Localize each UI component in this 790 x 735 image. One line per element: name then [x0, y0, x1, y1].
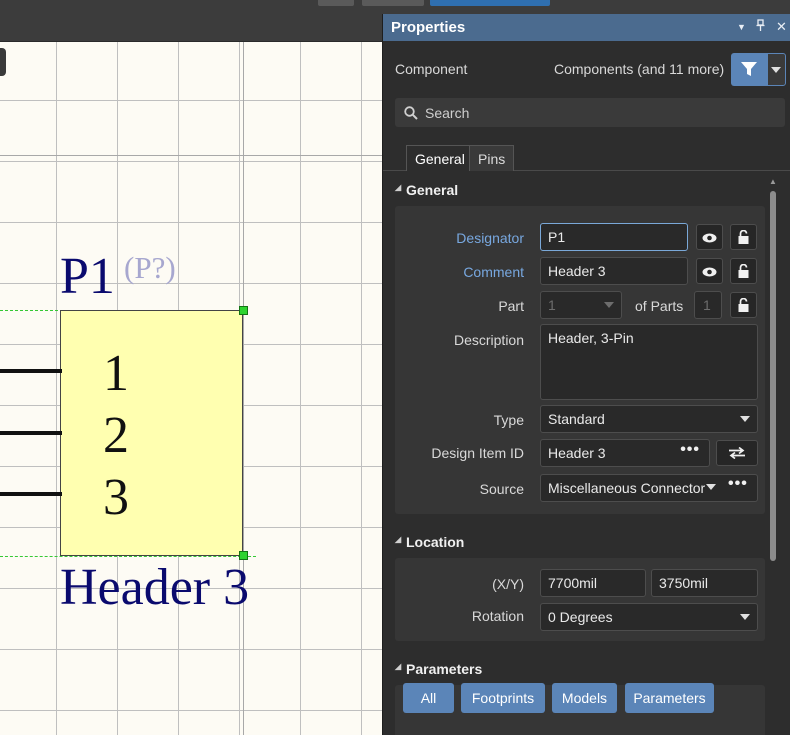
component-type-label: Component: [395, 61, 468, 77]
selection-handle-bottom-right[interactable]: [239, 551, 248, 560]
rotation-value: 0 Degrees: [548, 609, 613, 625]
comment-field[interactable]: Header 3: [540, 257, 688, 285]
filter-dropdown-button[interactable]: [767, 53, 786, 86]
swap-component-button[interactable]: [716, 440, 758, 466]
of-parts-field: 1: [694, 291, 722, 319]
eye-icon: [702, 267, 717, 277]
section-title-location: Location: [406, 534, 465, 550]
more-options-icon[interactable]: •••: [728, 475, 748, 493]
unlock-icon: [738, 263, 749, 278]
document-tab-bar: [0, 14, 382, 42]
x-position-field[interactable]: 7700mil: [540, 569, 646, 597]
chevron-down-icon: [771, 67, 781, 73]
section-header-general[interactable]: ◢ General: [383, 178, 773, 202]
source-select[interactable]: Miscellaneous Connector: [540, 474, 758, 502]
tab-pins[interactable]: Pins: [469, 145, 515, 171]
comment-visibility-button[interactable]: [696, 258, 723, 284]
chevron-down-icon: [604, 302, 614, 308]
type-label: Type: [493, 412, 524, 428]
panel-title: Properties: [391, 19, 466, 36]
part-value: 1: [548, 297, 556, 313]
eye-icon: [702, 233, 717, 243]
type-select[interactable]: Standard: [540, 405, 758, 433]
collapse-triangle-icon: ◢: [395, 662, 402, 671]
search-input[interactable]: [425, 98, 775, 127]
toolbar-button[interactable]: [318, 0, 354, 6]
pin-icon[interactable]: [756, 19, 765, 34]
component-designator-hint: (P?): [124, 250, 176, 285]
rotation-label: Rotation: [471, 608, 524, 624]
design-item-id-label: Design Item ID: [431, 445, 524, 461]
description-field[interactable]: Header, 3-Pin: [540, 324, 758, 400]
scrollbar-thumb[interactable]: [770, 191, 776, 561]
unlock-icon: [738, 229, 749, 244]
description-label: Description: [453, 332, 524, 348]
pin-number-2: 2: [103, 407, 129, 464]
schematic-canvas[interactable]: P1 (P?) 1 2 3 Header 3: [0, 42, 382, 735]
designator-label: Designator: [456, 230, 524, 246]
component-row: Component Components (and 11 more): [383, 41, 790, 91]
properties-panel: Properties ▼ ✕ Component Components (and…: [382, 14, 790, 735]
designator-field[interactable]: P1: [540, 223, 688, 251]
design-item-id-field[interactable]: Header 3 •••: [540, 439, 710, 467]
params-filter-parameters-button[interactable]: Parameters: [625, 683, 714, 713]
source-label: Source: [479, 481, 524, 497]
grid-line-vertical: [243, 42, 244, 735]
chevron-down-icon: [740, 614, 750, 620]
toolbar-button[interactable]: [362, 0, 424, 6]
comment-label: Comment: [463, 264, 524, 280]
params-filter-all-button[interactable]: All: [403, 683, 454, 713]
search-box[interactable]: [395, 98, 785, 127]
section-header-parameters[interactable]: ◢ Parameters: [383, 657, 773, 681]
panel-menu-icon[interactable]: ▼: [737, 22, 746, 32]
type-value: Standard: [548, 411, 605, 427]
comment-lock-button[interactable]: [730, 258, 757, 284]
source-value: Miscellaneous Connector: [548, 480, 706, 496]
unlock-icon: [738, 297, 749, 312]
panel-header: Properties ▼ ✕: [383, 14, 790, 41]
pin-line-2[interactable]: [0, 431, 62, 435]
pin-line-1[interactable]: [0, 369, 62, 373]
filter-button[interactable]: [731, 53, 767, 86]
part-lock-button[interactable]: [730, 292, 757, 318]
designator-visibility-button[interactable]: [696, 224, 723, 250]
params-filter-models-button[interactable]: Models: [552, 683, 617, 713]
component-comment-label[interactable]: Header 3: [60, 562, 249, 614]
selection-handle-top-right[interactable]: [239, 306, 248, 315]
panel-tabs: General Pins: [383, 144, 790, 171]
chevron-down-icon[interactable]: [706, 484, 716, 490]
grid-line-horizontal: [0, 155, 382, 156]
more-options-icon[interactable]: •••: [680, 441, 700, 459]
top-toolbar-strip: [0, 0, 790, 14]
y-position-field[interactable]: 3750mil: [651, 569, 758, 597]
canvas-side-tab[interactable]: [0, 48, 6, 76]
selection-guide-bottom: [0, 556, 256, 557]
collapse-triangle-icon: ◢: [395, 183, 402, 192]
pin-number-1: 1: [103, 345, 129, 402]
swap-arrows-icon: [729, 446, 745, 460]
chevron-down-icon: [740, 416, 750, 422]
section-title-general: General: [406, 182, 459, 198]
section-title-parameters: Parameters: [406, 661, 483, 677]
xy-label: (X/Y): [492, 576, 524, 592]
component-body[interactable]: [60, 310, 243, 556]
filter-icon: [741, 62, 757, 76]
designator-lock-button[interactable]: [730, 224, 757, 250]
part-select[interactable]: 1: [540, 291, 622, 319]
pin-line-3[interactable]: [0, 492, 62, 496]
rotation-select[interactable]: 0 Degrees: [540, 603, 758, 631]
part-label: Part: [498, 298, 524, 314]
pin-number-3: 3: [103, 469, 129, 526]
close-icon[interactable]: ✕: [776, 19, 787, 35]
search-icon: [404, 106, 418, 120]
selection-count-label: Components (and 11 more): [554, 61, 725, 77]
design-item-id-value: Header 3: [548, 445, 606, 461]
component-designator-label[interactable]: P1: [60, 251, 115, 303]
tab-general[interactable]: General: [406, 145, 474, 171]
toolbar-dropdown[interactable]: [430, 0, 550, 6]
of-parts-label: of Parts: [635, 298, 684, 314]
section-header-location[interactable]: ◢ Location: [383, 530, 773, 554]
collapse-triangle-icon: ◢: [395, 535, 402, 544]
params-filter-footprints-button[interactable]: Footprints: [461, 683, 545, 713]
